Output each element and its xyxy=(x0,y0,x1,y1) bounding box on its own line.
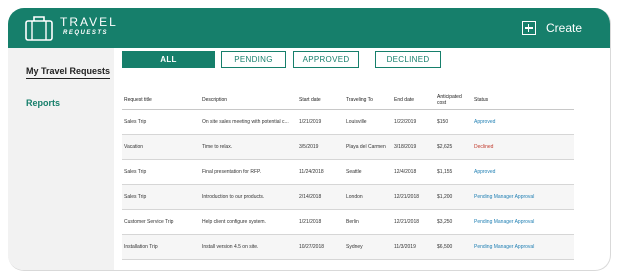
cell-end-date: 1/22/2019 xyxy=(392,109,435,135)
cell-start-date: 1/21/2018 xyxy=(297,209,344,235)
create-button-label: Create xyxy=(546,21,583,35)
table-row[interactable]: Sales Trip Final presentation for RFP. 1… xyxy=(122,159,574,185)
table-header-row: Request title Description Start date Tra… xyxy=(122,91,574,110)
table-row[interactable]: Vacation Time to relax. 3/5/2019 Playa d… xyxy=(122,134,574,160)
cell-title: Installation Trip xyxy=(122,234,200,260)
cell-start-date: 3/5/2019 xyxy=(297,134,344,160)
cell-start-date: 11/24/2018 xyxy=(297,159,344,185)
app-header: TRAVEL REQUESTS Create xyxy=(8,8,610,48)
cell-destination: Playa del Carmen xyxy=(344,134,392,160)
suitcase-icon xyxy=(25,16,53,41)
cell-description: Install version 4.5 on site. xyxy=(200,234,297,260)
column-header-description[interactable]: Description xyxy=(200,91,297,110)
column-header-traveling-to[interactable]: Traveling To xyxy=(344,91,392,110)
cell-title: Sales Trip xyxy=(122,184,200,210)
status-badge: Pending Manager Approval xyxy=(472,234,574,260)
cell-description: Time to relax. xyxy=(200,134,297,160)
cell-title: Sales Trip xyxy=(122,109,200,135)
cell-description: On site sales meeting with potential c..… xyxy=(200,109,297,135)
plus-icon xyxy=(522,21,536,35)
filter-declined-button[interactable]: DECLINED xyxy=(375,51,441,68)
cell-title: Sales Trip xyxy=(122,159,200,185)
table-row[interactable]: Installation Trip Install version 4.5 on… xyxy=(122,234,574,260)
column-header-anticipated-cost[interactable]: Anticipated cost xyxy=(435,91,472,110)
column-header-end-date[interactable]: End date xyxy=(392,91,435,110)
cell-title: Customer Service Trip xyxy=(122,209,200,235)
cell-cost: $150 xyxy=(435,109,472,135)
column-header-start-date[interactable]: Start date xyxy=(297,91,344,110)
column-header-status[interactable]: Status xyxy=(472,91,574,110)
status-badge: Pending Manager Approval xyxy=(472,184,574,210)
cell-title: Vacation xyxy=(122,134,200,160)
cell-destination: Sydney xyxy=(344,234,392,260)
cell-start-date: 10/27/2018 xyxy=(297,234,344,260)
cell-description: Final presentation for RFP. xyxy=(200,159,297,185)
cell-end-date: 12/4/2018 xyxy=(392,159,435,185)
status-badge: Approved xyxy=(472,159,574,185)
sidebar: My Travel Requests Reports xyxy=(8,48,114,270)
table-row[interactable]: Sales Trip On site sales meeting with po… xyxy=(122,109,574,135)
status-badge: Pending Manager Approval xyxy=(472,209,574,235)
table-row[interactable]: Sales Trip Introduction to our products.… xyxy=(122,184,574,210)
filter-approved-button[interactable]: APPROVED xyxy=(293,51,359,68)
status-badge: Declined xyxy=(472,134,574,160)
sidebar-item-reports[interactable]: Reports xyxy=(26,98,60,108)
cell-destination: Berlin xyxy=(344,209,392,235)
filter-pending-button[interactable]: PENDING xyxy=(221,51,286,68)
create-button[interactable]: Create xyxy=(522,15,600,41)
cell-description: Introduction to our products. xyxy=(200,184,297,210)
app-logo-title: TRAVEL xyxy=(60,15,118,29)
cell-cost: $1,200 xyxy=(435,184,472,210)
cell-start-date: 1/21/2019 xyxy=(297,109,344,135)
cell-end-date: 3/18/2019 xyxy=(392,134,435,160)
cell-destination: Louisville xyxy=(344,109,392,135)
cell-start-date: 2/14/2018 xyxy=(297,184,344,210)
travel-requests-table: Request title Description Start date Tra… xyxy=(122,91,574,260)
filter-all-button[interactable]: ALL xyxy=(122,51,215,68)
cell-cost: $3,250 xyxy=(435,209,472,235)
sidebar-item-my-travel-requests[interactable]: My Travel Requests xyxy=(26,66,111,79)
app-logo-subtitle: REQUESTS xyxy=(63,30,109,36)
cell-end-date: 12/21/2018 xyxy=(392,184,435,210)
cell-end-date: 12/21/2018 xyxy=(392,209,435,235)
column-header-request-title[interactable]: Request title xyxy=(122,91,200,110)
table-row[interactable]: Customer Service Trip Help client config… xyxy=(122,209,574,235)
cell-end-date: 11/3/2019 xyxy=(392,234,435,260)
cell-description: Help client configure system. xyxy=(200,209,297,235)
cell-cost: $6,500 xyxy=(435,234,472,260)
status-badge: Approved xyxy=(472,109,574,135)
cell-cost: $1,155 xyxy=(435,159,472,185)
cell-destination: Seattle xyxy=(344,159,392,185)
cell-cost: $2,625 xyxy=(435,134,472,160)
cell-destination: London xyxy=(344,184,392,210)
